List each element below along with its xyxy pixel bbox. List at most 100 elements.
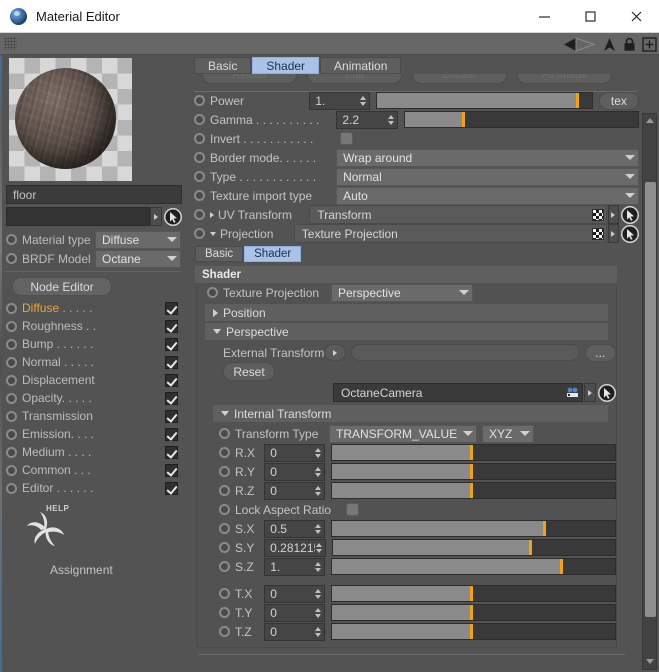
field-value-input[interactable]: 0 [264,622,325,641]
field-radio[interactable] [219,542,230,553]
field-slider[interactable] [331,463,616,480]
assignment-label[interactable]: Assignment [50,563,188,577]
node-editor-button[interactable]: Node Editor [12,277,112,296]
transform-order-dropdown[interactable]: XYZ [482,424,534,443]
reload-button[interactable]: Reload [202,74,297,84]
back-arrow-icon[interactable] [563,36,597,52]
type-dropdown[interactable]: Normal [336,167,639,186]
drag-grip-icon[interactable] [4,37,17,50]
pick-cursor-icon[interactable] [164,207,182,226]
channel-radio[interactable] [6,464,17,476]
perspective-section-header[interactable]: Perspective [205,323,608,340]
sub-tab-basic[interactable]: Basic [195,246,244,262]
maximize-icon[interactable] [567,0,613,32]
channel-checkbox[interactable] [165,337,178,351]
field-stepper[interactable] [314,485,322,496]
projection-link[interactable]: Texture Projection [293,224,607,243]
uv-transform-link[interactable]: Transform [309,205,607,224]
chevron-down-icon[interactable] [210,231,216,236]
channel-radio[interactable] [6,428,17,440]
channel-checkbox[interactable] [165,481,178,495]
edit-button[interactable]: Edit [307,74,402,84]
field-stepper[interactable] [314,523,322,534]
field-radio[interactable] [219,523,230,534]
field-slider[interactable] [331,585,616,602]
type-radio[interactable] [194,171,205,182]
channel-radio[interactable] [6,482,17,494]
channel-radio[interactable] [6,446,17,458]
power-value-input[interactable]: 1. [309,91,370,110]
lock-aspect-ratio-checkbox[interactable] [346,503,359,516]
minimize-icon[interactable] [521,0,567,32]
channel-checkbox[interactable] [165,373,178,387]
channel-row[interactable]: Normal . . . . . [2,353,188,371]
field-stepper[interactable] [314,607,322,618]
brdf-model-radio[interactable] [6,253,17,264]
channel-checkbox[interactable] [165,427,178,441]
field-slider[interactable] [331,482,616,499]
external-transform-arrow-icon[interactable] [324,344,347,361]
channel-radio[interactable] [6,338,17,350]
material-name-input[interactable]: floor [6,185,182,204]
field-value-input[interactable]: 0 [264,443,325,462]
field-radio[interactable] [219,485,230,496]
channel-checkbox[interactable] [165,319,178,333]
position-section-header[interactable]: Position [205,304,608,321]
field-radio[interactable] [219,561,230,572]
transform-type-radio[interactable] [219,428,230,439]
channel-radio[interactable] [6,410,17,422]
checker-swatch-icon[interactable] [591,227,604,240]
material-link-input[interactable] [6,207,150,226]
chevron-right-icon[interactable] [210,211,214,218]
channel-checkbox[interactable] [165,445,178,459]
texture-projection-dropdown[interactable]: Perspective [331,283,473,302]
link-expand-arrow-icon[interactable] [150,207,162,226]
channel-radio[interactable] [6,374,17,386]
channel-radio[interactable] [6,356,17,368]
power-slider[interactable] [375,92,593,109]
locate-button[interactable]: Locate [412,74,507,84]
invert-radio[interactable] [194,133,205,144]
channel-checkbox[interactable] [165,463,178,477]
channel-row[interactable]: Displacement [2,371,188,389]
channel-checkbox[interactable] [165,355,178,369]
vertical-scrollbar[interactable] [642,113,657,670]
external-transform-input[interactable] [351,344,580,361]
camera-expand-arrow-icon[interactable] [584,383,596,402]
channel-row[interactable]: Diffuse . . . . . [2,299,188,317]
channel-checkbox[interactable] [165,391,178,405]
field-radio[interactable] [219,588,230,599]
field-value-input[interactable]: 0 [264,584,325,603]
octane-help-icon[interactable] [24,510,188,553]
field-slider[interactable] [331,604,616,621]
up-arrow-icon[interactable] [602,37,617,52]
tex-button[interactable]: tex [598,91,639,110]
gamma-slider[interactable] [403,111,639,128]
field-radio[interactable] [219,447,230,458]
transform-type-dropdown[interactable]: TRANSFORM_VALUE [329,424,477,443]
texture-import-type-dropdown[interactable]: Auto [336,186,639,205]
field-slider[interactable] [331,558,616,575]
field-stepper[interactable] [314,466,322,477]
tab-basic[interactable]: Basic [194,57,252,74]
field-value-input[interactable]: 0.281215 [264,538,327,557]
brdf-model-dropdown[interactable]: Octane [95,249,181,268]
power-radio[interactable] [194,95,205,106]
tab-animation[interactable]: Animation [320,57,402,74]
field-slider[interactable] [331,444,616,461]
close-icon[interactable] [613,0,659,32]
uv-transform-pick-cursor-icon[interactable] [621,205,640,224]
channel-row[interactable]: Editor . . . . . . [2,479,188,497]
field-value-input[interactable]: 0 [264,481,325,500]
channel-row[interactable]: Common . . . [2,461,188,479]
gamma-radio[interactable] [194,114,205,125]
reset-button[interactable]: Reset [223,362,275,381]
field-radio[interactable] [219,466,230,477]
texture-import-type-radio[interactable] [194,190,205,201]
field-stepper[interactable] [314,588,322,599]
material-preview-checkerboard[interactable] [9,58,132,181]
projection-pick-cursor-icon[interactable] [621,224,639,243]
field-value-input[interactable]: 1. [264,557,325,576]
internal-transform-section-header[interactable]: Internal Transform [213,405,608,422]
material-type-radio[interactable] [6,234,17,245]
